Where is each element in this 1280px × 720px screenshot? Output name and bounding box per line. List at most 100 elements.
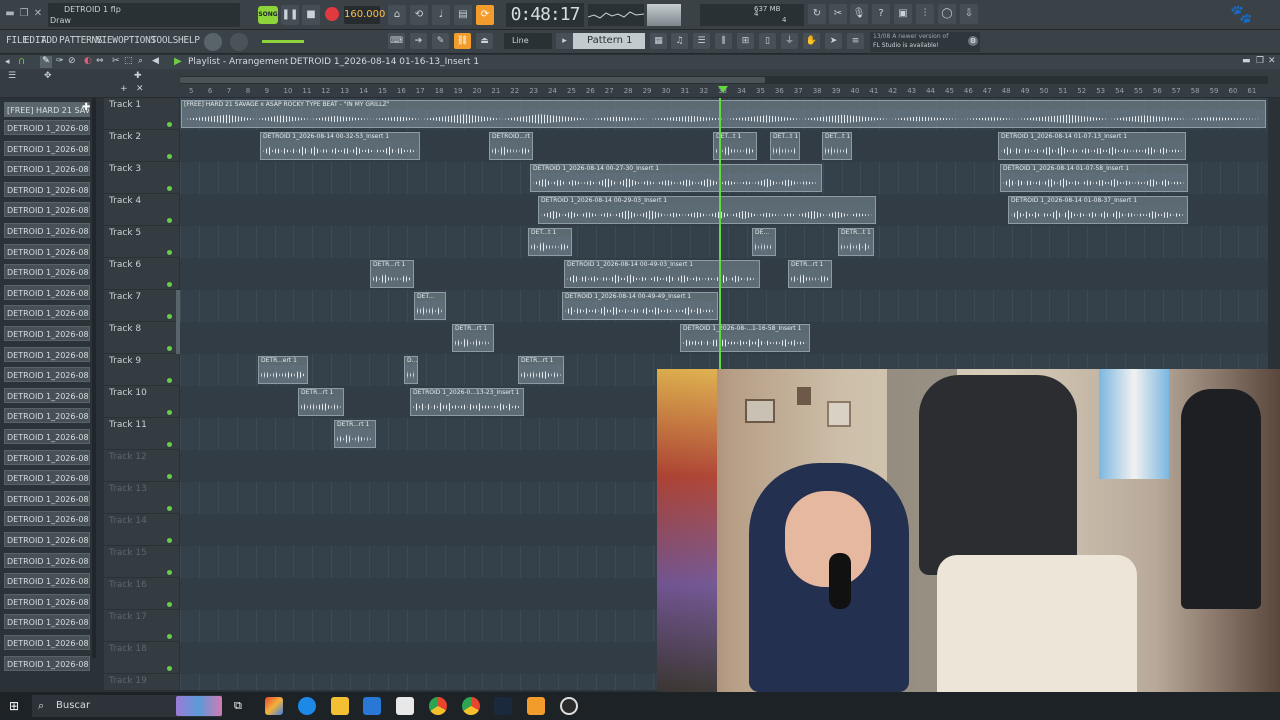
audio-clip[interactable]: DETR...rt 1 [334, 420, 376, 448]
pause-button[interactable]: ❚❚ [281, 5, 299, 25]
time-display[interactable]: 0:48:17 [506, 3, 584, 27]
track-label[interactable]: Track 9 [109, 356, 141, 366]
audio-clip[interactable]: DE... [752, 228, 776, 256]
audio-clip[interactable]: DETROID...rt 1 [489, 132, 533, 160]
playlist-minimize-icon[interactable]: ▬ [1242, 56, 1251, 66]
browser-item[interactable]: DETROID 1_2026-08-14 0... [4, 120, 90, 135]
audio-clip[interactable]: DETROID 1_2026-08-14 01-07-58_Insert 1 [1000, 164, 1188, 192]
select-tool-icon[interactable]: ⬚ [124, 56, 133, 66]
help-icon[interactable]: ? [872, 4, 890, 24]
scripts-icon[interactable]: ≡ [847, 33, 864, 49]
track-mute-led[interactable] [167, 122, 172, 127]
playlist-restore-icon[interactable]: ❐ [1256, 56, 1264, 66]
copilot-icon[interactable] [265, 697, 283, 715]
audio-clip[interactable]: DETROID 1_2026-08-14 01-08-37_Insert 1 [1008, 196, 1188, 224]
browser-item[interactable]: DETROID 1_2026-08-14 0... [4, 552, 90, 568]
track-lane[interactable] [180, 290, 1268, 322]
audio-clip[interactable]: DETROID 1_2026-08-14 00-32-53_Insert 1 [260, 132, 420, 160]
audio-clip[interactable]: DET... [414, 292, 446, 320]
playback-tool-icon[interactable]: ◀ [152, 56, 159, 66]
browser-scrollbar[interactable] [92, 98, 96, 658]
arrow-right-icon[interactable]: ➔ [410, 33, 427, 49]
mixer-view-icon[interactable]: ⫼ [715, 33, 732, 49]
track-mute-led[interactable] [167, 250, 172, 255]
chrome-profile-icon[interactable] [462, 697, 480, 715]
stop-button[interactable]: ■ [302, 5, 320, 25]
plugin-picker-icon[interactable]: ⊞ [737, 33, 754, 49]
download-icon[interactable]: ⇩ [960, 4, 978, 24]
plug-icon[interactable]: ⏚ [781, 33, 798, 49]
audio-clip[interactable]: DET...t 1 [770, 132, 800, 160]
metronome-icon[interactable]: ⌂ [388, 5, 406, 25]
track-mute-led[interactable] [167, 282, 172, 287]
browser-item[interactable]: DETROID 1_2026-08-14 0... [4, 511, 90, 527]
windows-start-icon[interactable]: ⊞ [9, 699, 19, 713]
track-mute-led[interactable] [167, 666, 172, 671]
chevron-right-icon[interactable]: ▸ [556, 33, 573, 49]
track-label[interactable]: Track 15 [109, 548, 147, 558]
audio-clip[interactable]: DETR...t 1 [838, 228, 874, 256]
add-icon[interactable]: ✚ [82, 102, 90, 113]
zoom-tool-icon[interactable]: ⌕ [138, 56, 143, 66]
audio-clip[interactable]: DETROID 1_2026-08-14 00-29-03_Insert 1 [538, 196, 876, 224]
browser-item[interactable]: DETROID 1_2026-08-14 0... [4, 161, 90, 177]
fl-studio-icon[interactable] [527, 697, 545, 715]
track-label[interactable]: Track 5 [109, 228, 141, 238]
browser-item[interactable]: DETROID 1_2026-08-14 0... [4, 367, 90, 383]
audio-clip[interactable]: DETR...rt 1 [452, 324, 494, 352]
track-mute-led[interactable] [167, 378, 172, 383]
track-mute-led[interactable] [167, 154, 172, 159]
browser-item[interactable]: DETROID 1_2026-08-14 0... [4, 181, 90, 197]
playlist-icon[interactable]: ▦ [650, 33, 667, 49]
track-label[interactable]: Track 3 [109, 164, 141, 174]
track-label[interactable]: Track 8 [109, 324, 141, 334]
browser-item[interactable]: DETROID 1_2026-08-14 0... [4, 449, 90, 465]
task-view-icon[interactable]: ⧉ [234, 699, 242, 713]
obs-icon[interactable] [560, 697, 578, 715]
track-label[interactable]: Track 18 [109, 644, 147, 654]
track-mute-led[interactable] [167, 538, 172, 543]
browser-item[interactable]: DETROID 1_2026-08-14 0... [4, 593, 90, 609]
audio-clip[interactable]: [FREE] HARD 21 SAVAGE x ASAP ROCKY TYPE … [181, 100, 1266, 128]
browser-item[interactable]: DETROID 1_2026-08-14 0... [4, 614, 90, 630]
audio-clip[interactable]: DETROID 1_2026-08-...1-16-58_Insert 1 [680, 324, 810, 352]
audio-clip[interactable]: DET...t 1 [528, 228, 572, 256]
performance-icon[interactable]: ➤ [825, 33, 842, 49]
track-label[interactable]: Track 7 [109, 292, 141, 302]
song-mode-toggle[interactable]: SONG [258, 6, 278, 24]
expand-icon[interactable]: ✚ [134, 71, 142, 81]
audio-clip[interactable]: DETROID 1_2026-08-14 00-27-30_Insert 1 [530, 164, 822, 192]
save-icon[interactable]: ▣ [894, 4, 912, 24]
audio-clip[interactable]: DETROID 1_2026-08-14 00-49-49_Insert 1 [562, 292, 718, 320]
add-track-icon[interactable]: + [120, 84, 128, 94]
track-label[interactable]: Track 11 [109, 420, 147, 430]
browser-item[interactable]: DETROID 1_2026-08-14 0... [4, 305, 90, 321]
minimize-icon[interactable]: ▬ [4, 8, 16, 20]
track-label[interactable]: Track 13 [109, 484, 147, 494]
close-x-icon[interactable]: ✕ [136, 84, 144, 94]
channel-rack-icon[interactable]: ☰ [693, 33, 710, 49]
browser-item[interactable]: DETROID 1_2026-08-14 0... [4, 408, 90, 424]
audio-clip[interactable]: DETR...ert 1 [258, 356, 308, 384]
record-button[interactable] [325, 7, 339, 21]
browser-item[interactable]: DETROID 1_2026-08-14 0... [4, 284, 90, 300]
chevron-left-icon[interactable]: ◂ [5, 57, 10, 67]
browser-item[interactable]: DETROID 1_2026-08-14 0... [4, 387, 90, 403]
track-mute-led[interactable] [167, 346, 172, 351]
audio-clip[interactable]: DETROID 1_2026-08-14 00-49-03_Insert 1 [564, 260, 760, 288]
link-icon[interactable]: ⛓ [454, 33, 471, 49]
audio-clip[interactable]: DETR...rt 1 [788, 260, 832, 288]
browser-item[interactable]: DETROID 1_2026-08-14 0... [4, 264, 90, 280]
mute-tool-icon[interactable]: ◐ [84, 56, 92, 66]
pencil-icon[interactable]: ✎ [432, 33, 449, 49]
audio-clip[interactable]: DET...t 1 [822, 132, 852, 160]
track-mute-led[interactable] [167, 186, 172, 191]
browser-item[interactable]: DETROID 1_2026-08-14 0... [4, 243, 90, 259]
audio-clip[interactable]: D... [404, 356, 418, 384]
track-label[interactable]: Track 6 [109, 260, 141, 270]
browser-item[interactable]: DETROID 1_2026-08-14 0... [4, 470, 90, 486]
snap-select[interactable]: Line [504, 33, 552, 49]
browser-item[interactable]: DETROID 1_2026-08-14 0... [4, 326, 90, 341]
paint-tool-icon[interactable]: ✑ [56, 56, 64, 66]
track-label[interactable]: Track 10 [109, 388, 147, 398]
